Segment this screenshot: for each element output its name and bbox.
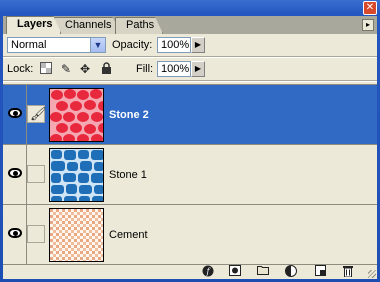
visibility-toggle[interactable] bbox=[3, 145, 27, 204]
fill-input[interactable]: 100% bbox=[157, 61, 191, 77]
adjustment-layer-icon[interactable] bbox=[284, 265, 298, 278]
delete-layer-trash-icon[interactable] bbox=[341, 265, 355, 278]
layer-row-stone-2[interactable]: 🖌 Stone 2 bbox=[3, 85, 377, 145]
new-group-folder-icon[interactable] bbox=[256, 265, 270, 278]
eye-icon[interactable] bbox=[8, 168, 22, 178]
opacity-input[interactable]: 100% bbox=[157, 37, 191, 53]
lock-position-move-icon[interactable]: ✥ bbox=[78, 62, 92, 76]
paintbrush-icon: 🖌 bbox=[30, 106, 47, 121]
tab-paths[interactable]: Paths bbox=[115, 17, 163, 34]
layer-link-toggle[interactable] bbox=[27, 225, 45, 243]
lock-label: Lock: bbox=[7, 63, 34, 75]
layer-row-stone-1[interactable]: Stone 1 bbox=[3, 145, 377, 205]
layer-name[interactable]: Stone 1 bbox=[109, 168, 147, 182]
layer-row-cement[interactable]: Cement bbox=[3, 205, 377, 265]
layers-panel-body: Normal ▼ Opacity: 100% ▶ Lock: ✎ ✥ Fill:… bbox=[3, 34, 377, 279]
palette-menu-arrow-icon[interactable]: ▸ bbox=[362, 19, 374, 31]
layer-link-toggle[interactable] bbox=[27, 165, 45, 183]
fill-label: Fill: bbox=[136, 63, 154, 75]
tab-layers[interactable]: Layers bbox=[6, 16, 61, 34]
layer-thumbnail[interactable] bbox=[49, 148, 104, 202]
visibility-toggle[interactable] bbox=[3, 85, 27, 144]
chevron-down-icon[interactable]: ▼ bbox=[90, 38, 105, 52]
layer-list: 🖌 Stone 2 Stone 1 Cement bbox=[3, 84, 377, 265]
blend-mode-select[interactable]: Normal ▼ bbox=[7, 37, 106, 53]
layer-name[interactable]: Stone 2 bbox=[109, 108, 149, 122]
eye-icon[interactable] bbox=[8, 228, 22, 238]
layer-thumbnail[interactable] bbox=[49, 208, 104, 262]
layer-link-toggle[interactable]: 🖌 bbox=[27, 105, 47, 123]
layers-footer-toolbar: f bbox=[3, 265, 377, 279]
visibility-toggle[interactable] bbox=[3, 205, 27, 264]
layer-name[interactable]: Cement bbox=[109, 228, 148, 242]
opacity-label: Opacity: bbox=[112, 39, 153, 51]
fill-slider-arrow-icon[interactable]: ▶ bbox=[191, 61, 205, 77]
lock-image-brush-icon[interactable]: ✎ bbox=[59, 62, 73, 76]
layer-styles-icon[interactable]: f bbox=[201, 265, 215, 278]
lock-all-padlock-icon[interactable] bbox=[99, 62, 113, 76]
blend-mode-value: Normal bbox=[11, 39, 47, 51]
tab-channels[interactable]: Channels bbox=[54, 17, 120, 34]
palette-titlebar[interactable]: ✕ bbox=[0, 0, 380, 16]
close-button[interactable]: ✕ bbox=[363, 1, 377, 15]
layers-palette-window: ✕ Layers Channels Paths ▸ Normal ▼ Opaci… bbox=[0, 0, 380, 282]
layer-thumbnail[interactable] bbox=[49, 88, 104, 142]
layer-mask-icon[interactable] bbox=[228, 265, 242, 278]
blend-opacity-row: Normal ▼ Opacity: 100% ▶ bbox=[3, 34, 377, 56]
eye-icon[interactable] bbox=[8, 108, 22, 118]
tab-bar: Layers Channels Paths ▸ bbox=[3, 16, 377, 34]
divider bbox=[3, 56, 377, 58]
opacity-slider-arrow-icon[interactable]: ▶ bbox=[191, 37, 205, 53]
new-layer-icon[interactable] bbox=[313, 265, 327, 278]
divider bbox=[3, 80, 377, 82]
resize-grip[interactable] bbox=[368, 270, 376, 278]
lock-transparent-icon[interactable] bbox=[39, 62, 53, 76]
